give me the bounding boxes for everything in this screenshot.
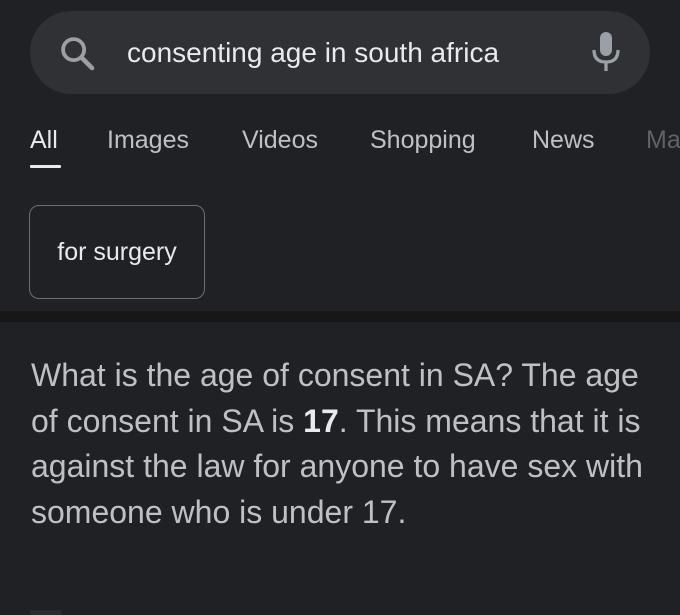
tab-videos[interactable]: Videos — [242, 118, 318, 163]
search-bar[interactable]: consenting age in south africa — [30, 11, 650, 94]
search-icon[interactable] — [57, 33, 99, 75]
search-input[interactable]: consenting age in south africa — [127, 11, 499, 94]
chip-label: for surgery — [57, 237, 177, 266]
active-tab-indicator — [30, 165, 61, 168]
tab-news[interactable]: News — [532, 118, 595, 163]
tab-shopping[interactable]: Shopping — [370, 118, 476, 163]
tab-images[interactable]: Images — [107, 118, 189, 163]
tab-more[interactable]: Ma — [646, 118, 680, 163]
refinement-chip[interactable]: for surgery — [29, 205, 205, 299]
featured-snippet: What is the age of consent in SA? The ag… — [31, 353, 651, 535]
tab-all[interactable]: All — [30, 118, 58, 163]
next-result-edge — [30, 610, 62, 615]
search-tabs: All Images Videos Shopping News Ma — [0, 118, 680, 168]
microphone-icon[interactable] — [588, 29, 624, 77]
snippet-highlight: 17 — [303, 402, 339, 439]
section-divider — [0, 311, 680, 322]
